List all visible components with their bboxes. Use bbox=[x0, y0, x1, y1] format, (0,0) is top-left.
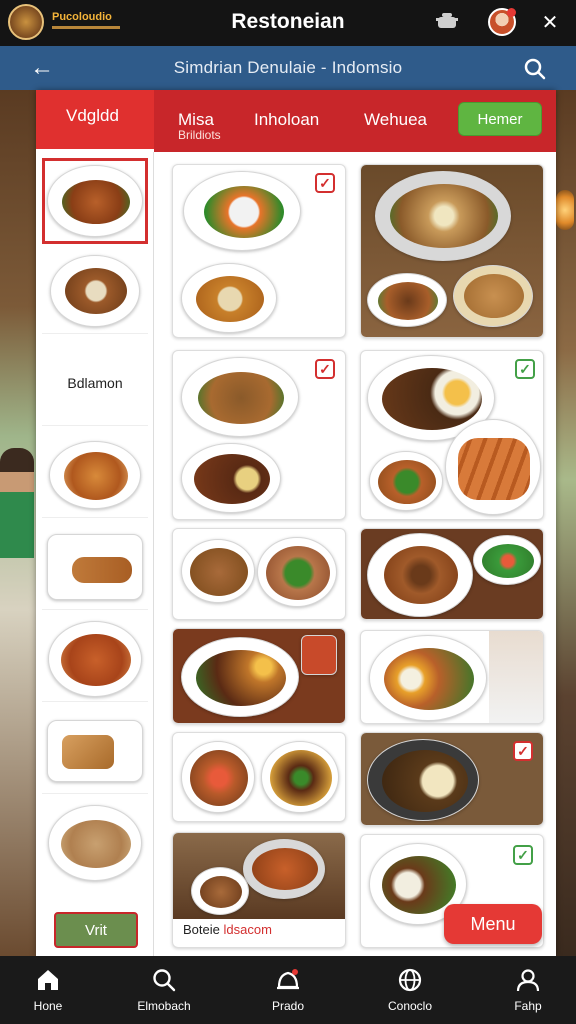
user-icon bbox=[516, 969, 540, 992]
dish-plate bbox=[50, 254, 140, 327]
dish-plate bbox=[367, 273, 447, 327]
tab-active[interactable]: Vdgldd bbox=[36, 90, 154, 152]
sidebar-item-6[interactable] bbox=[42, 708, 148, 794]
dish-plate bbox=[48, 620, 142, 697]
sub-header-title: Simdrian Denulaie - Indomsio bbox=[173, 58, 403, 77]
tab-active-label: Vdgldd bbox=[66, 106, 119, 125]
dish-card-2[interactable] bbox=[360, 164, 544, 338]
tab-misa[interactable]: Misa bbox=[178, 110, 214, 130]
dish-plate bbox=[261, 741, 339, 813]
dish-plate bbox=[181, 637, 299, 717]
dish-plate bbox=[47, 165, 143, 237]
nav-globe-label: Conoclo bbox=[387, 999, 433, 1013]
tab-action-button[interactable]: Hemer bbox=[458, 102, 542, 136]
menu-button[interactable]: Menu bbox=[444, 904, 542, 944]
pot-icon[interactable] bbox=[436, 10, 458, 30]
sidebar-item-4[interactable] bbox=[42, 524, 148, 610]
dish-plate bbox=[367, 739, 479, 821]
sauce-cup bbox=[301, 635, 337, 675]
nav-user[interactable]: Fahp bbox=[478, 956, 576, 1024]
tab-inholoan[interactable]: Inholoan bbox=[254, 110, 319, 130]
dish-bowl bbox=[375, 171, 511, 261]
checkbox[interactable]: ✓ bbox=[315, 173, 335, 193]
nav-search-label: Elmobach bbox=[137, 999, 191, 1013]
nav-globe[interactable]: Conoclo bbox=[360, 956, 460, 1024]
dish-plate bbox=[181, 539, 255, 603]
nav-dish[interactable]: Prado bbox=[238, 956, 338, 1024]
dish-bowl bbox=[243, 839, 325, 899]
close-icon[interactable]: ✕ bbox=[536, 8, 564, 36]
notification-dot bbox=[507, 8, 516, 17]
dish-plate bbox=[181, 263, 277, 333]
checkbox[interactable]: ✓ bbox=[515, 359, 535, 379]
nav-search[interactable]: Elmobach bbox=[114, 956, 214, 1024]
dish-card-5[interactable] bbox=[172, 528, 346, 620]
hanging-lamp bbox=[556, 190, 574, 230]
menu-panel: Vdgldd Misa Brildiots Inholoan Wehuea He… bbox=[36, 90, 556, 956]
home-icon bbox=[38, 970, 58, 990]
dish-card-4[interactable]: ✓ bbox=[360, 350, 544, 520]
dish-card-6[interactable] bbox=[360, 528, 544, 620]
nav-dish-label: Prado bbox=[271, 999, 305, 1013]
globe-icon bbox=[398, 968, 422, 992]
nav-user-label: Fahp bbox=[514, 999, 542, 1013]
dish-card-7[interactable] bbox=[172, 628, 346, 724]
sidebar-item-text[interactable]: Bdlamon bbox=[42, 340, 148, 426]
sidebar-item-2[interactable] bbox=[42, 248, 148, 334]
checkbox[interactable]: ✓ bbox=[513, 741, 533, 761]
dish-plate bbox=[47, 533, 143, 600]
dish-bowl bbox=[191, 867, 249, 915]
dish-card-9[interactable] bbox=[172, 732, 346, 822]
dish-icon bbox=[277, 969, 299, 990]
diner-hands bbox=[489, 631, 543, 723]
dish-plate bbox=[181, 357, 299, 437]
search-icon[interactable] bbox=[522, 56, 548, 82]
search-icon bbox=[153, 969, 176, 992]
nav-home-label: Hone bbox=[33, 999, 63, 1013]
dish-plate bbox=[257, 537, 337, 607]
sidebar: Bdlamon Vrit bbox=[36, 152, 154, 956]
category-tabs: Vdgldd Misa Brildiots Inholoan Wehuea He… bbox=[36, 90, 556, 152]
caption-prefix: Boteie bbox=[183, 922, 220, 937]
dish-plate bbox=[369, 451, 443, 511]
card-caption: Boteie ldsacom bbox=[183, 922, 272, 937]
bottom-navigation: Hone Elmobach Prado Conoclo Fahp bbox=[0, 956, 576, 1024]
sidebar-button[interactable]: Vrit bbox=[54, 912, 138, 948]
diner-figure bbox=[0, 448, 34, 558]
dish-card-1[interactable]: ✓ bbox=[172, 164, 346, 338]
sidebar-item-label: Bdlamon bbox=[67, 374, 123, 391]
checkbox[interactable]: ✓ bbox=[513, 845, 533, 865]
top-bar: Pucoloudio Restoneian ✕ bbox=[0, 0, 576, 46]
dish-card-10[interactable]: ✓ bbox=[360, 732, 544, 826]
sidebar-item-1[interactable] bbox=[42, 158, 148, 244]
dish-plate bbox=[49, 440, 141, 509]
sidebar-item-5[interactable] bbox=[42, 616, 148, 702]
checkbox[interactable]: ✓ bbox=[315, 359, 335, 379]
dish-card-11[interactable]: Boteie ldsacom bbox=[172, 832, 346, 948]
tab-wehuea[interactable]: Wehuea bbox=[364, 110, 427, 130]
sub-header: ← Simdrian Denulaie - Indomsio bbox=[0, 46, 576, 90]
dish-plate bbox=[48, 805, 142, 881]
caption-highlight: ldsacom bbox=[223, 922, 272, 937]
dish-plate bbox=[445, 419, 541, 515]
back-arrow-icon[interactable]: ← bbox=[28, 54, 56, 82]
sidebar-item-7[interactable] bbox=[42, 800, 148, 886]
dish-plate bbox=[47, 719, 143, 782]
avatar[interactable] bbox=[488, 8, 516, 36]
dish-plate bbox=[369, 635, 487, 721]
dish-plate bbox=[367, 533, 473, 617]
dish-plate bbox=[181, 741, 255, 813]
dish-card-3[interactable]: ✓ bbox=[172, 350, 346, 520]
dish-bowl bbox=[453, 265, 533, 327]
sidebar-item-3[interactable] bbox=[42, 432, 148, 518]
dish-plate bbox=[181, 443, 281, 513]
tab-misa-sub: Brildiots bbox=[178, 128, 221, 142]
nav-home[interactable]: Hone bbox=[0, 956, 98, 1024]
dish-plate bbox=[183, 171, 301, 251]
dish-card-8[interactable] bbox=[360, 630, 544, 724]
dish-plate bbox=[473, 535, 541, 585]
